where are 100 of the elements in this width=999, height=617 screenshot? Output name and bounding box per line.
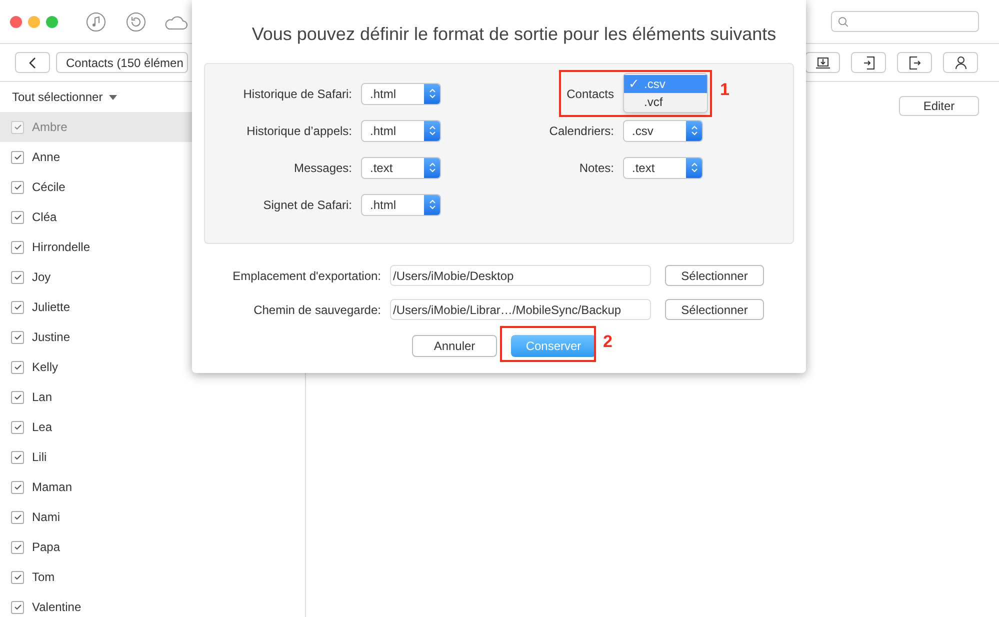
- checkbox[interactable]: [11, 180, 24, 194]
- checkbox[interactable]: [11, 570, 24, 584]
- contact-row[interactable]: Juliette: [0, 292, 192, 322]
- check-icon: [14, 514, 22, 520]
- close-window-icon[interactable]: [10, 16, 22, 28]
- field-label: Contacts: [566, 86, 614, 102]
- check-icon: [14, 424, 22, 430]
- checkbox[interactable]: [11, 210, 24, 224]
- chevron-up-down-icon: [428, 125, 436, 136]
- checkbox[interactable]: [11, 600, 24, 614]
- select-all-dropdown[interactable]: Tout sélectionner: [12, 88, 117, 106]
- chevron-up-down-icon: [690, 125, 698, 136]
- chevron-up-down-icon: [690, 162, 698, 173]
- field-label: Historique de Safari:: [243, 86, 352, 102]
- check-icon: [14, 304, 22, 310]
- back-button[interactable]: [15, 52, 50, 73]
- checkbox[interactable]: [11, 360, 24, 374]
- chevron-left-icon: [28, 56, 36, 68]
- download-tray-icon: [814, 56, 830, 68]
- format-select[interactable]: .html: [361, 82, 441, 104]
- contact-row[interactable]: Nami: [0, 502, 192, 532]
- contact-row[interactable]: Anne: [0, 142, 192, 172]
- check-icon: [14, 124, 22, 130]
- music-note-icon[interactable]: [86, 12, 106, 32]
- check-icon: [14, 334, 22, 340]
- checkbox[interactable]: [11, 510, 24, 524]
- sign-out-icon: [908, 56, 920, 70]
- checkbox[interactable]: [11, 120, 24, 134]
- person-icon: [954, 56, 966, 70]
- contact-row[interactable]: Papa: [0, 532, 192, 562]
- checkbox[interactable]: [11, 240, 24, 254]
- contact-row[interactable]: Lea: [0, 412, 192, 442]
- export-button[interactable]: [897, 52, 932, 73]
- format-select[interactable]: .html: [361, 120, 441, 142]
- contact-row[interactable]: Joy: [0, 262, 192, 292]
- contact-row[interactable]: Maman: [0, 472, 192, 502]
- edit-button[interactable]: Editer: [899, 96, 979, 116]
- contact-row[interactable]: Lan: [0, 382, 192, 412]
- checkbox[interactable]: [11, 390, 24, 404]
- check-icon: [14, 484, 22, 490]
- format-select[interactable]: .text: [623, 156, 703, 178]
- checkbox[interactable]: [11, 450, 24, 464]
- chevron-up-down-icon: [428, 162, 436, 173]
- format-select[interactable]: .csv: [623, 120, 703, 142]
- checkbox[interactable]: [11, 480, 24, 494]
- cloud-icon[interactable]: [164, 14, 188, 30]
- check-icon: [14, 544, 22, 550]
- search-icon: [838, 16, 849, 28]
- check-icon: [14, 154, 22, 160]
- import-button[interactable]: [851, 52, 886, 73]
- check-icon: [14, 454, 22, 460]
- check-icon: [14, 244, 22, 250]
- browse-button[interactable]: Sélectionner: [665, 265, 764, 286]
- field-label: Notes:: [579, 160, 614, 176]
- menu-option[interactable]: .vcf: [624, 92, 707, 110]
- format-select[interactable]: .html: [361, 194, 441, 216]
- check-icon: [14, 274, 22, 280]
- path-field[interactable]: /Users/iMobie/Librar…/MobileSync/Backup: [390, 299, 651, 320]
- check-icon: [14, 364, 22, 370]
- field-label: Messages:: [294, 160, 352, 176]
- breadcrumb-button[interactable]: Contacts (150 élémen: [56, 52, 188, 73]
- path-label: Chemin de sauvegarde:: [252, 302, 381, 318]
- checkbox[interactable]: [11, 150, 24, 164]
- path-label: Emplacement d'exportation:: [232, 268, 381, 284]
- checkbox[interactable]: [11, 300, 24, 314]
- field-label: Signet de Safari:: [263, 196, 352, 214]
- format-select[interactable]: .text: [361, 156, 441, 178]
- field-label: Calendriers:: [549, 122, 614, 140]
- check-icon: [14, 214, 22, 220]
- chevron-up-down-icon: [428, 199, 436, 210]
- contact-transfer-button[interactable]: [943, 52, 978, 73]
- check-icon: [14, 184, 22, 190]
- contact-row[interactable]: Kelly: [0, 352, 192, 382]
- checkbox[interactable]: [11, 270, 24, 284]
- step-number: 2: [603, 331, 612, 353]
- browse-button[interactable]: Sélectionner: [665, 299, 764, 320]
- sign-in-icon: [862, 56, 874, 70]
- contact-row[interactable]: Cécile: [0, 172, 192, 202]
- contact-row[interactable]: Cléa: [0, 202, 192, 232]
- search-field[interactable]: [831, 11, 979, 32]
- dialog-title: Vous pouvez définir le format de sortie pour les éléments suivants: [252, 23, 776, 46]
- restore-icon[interactable]: [126, 12, 146, 32]
- checkbox[interactable]: [11, 540, 24, 554]
- check-icon: [14, 394, 22, 400]
- cancel-button[interactable]: Annuler: [412, 335, 497, 357]
- chevron-up-down-icon: [428, 88, 436, 99]
- field-label: Historique d’appels:: [246, 122, 352, 140]
- contact-row[interactable]: Justine: [0, 322, 192, 352]
- select-all-label: Tout sélectionner: [12, 89, 103, 106]
- contact-row[interactable]: Hirrondelle: [0, 232, 192, 262]
- step-number: 1: [720, 79, 730, 101]
- caret-down-icon: [108, 94, 117, 100]
- check-icon: [14, 604, 22, 610]
- checkbox[interactable]: [11, 420, 24, 434]
- checkbox[interactable]: [11, 330, 24, 344]
- contact-row[interactable]: Valentine: [0, 592, 192, 617]
- check-icon: [14, 574, 22, 580]
- contact-row[interactable]: Lili: [0, 442, 192, 472]
- path-field[interactable]: /Users/iMobie/Desktop: [390, 265, 651, 286]
- contact-row[interactable]: Tom: [0, 562, 192, 592]
